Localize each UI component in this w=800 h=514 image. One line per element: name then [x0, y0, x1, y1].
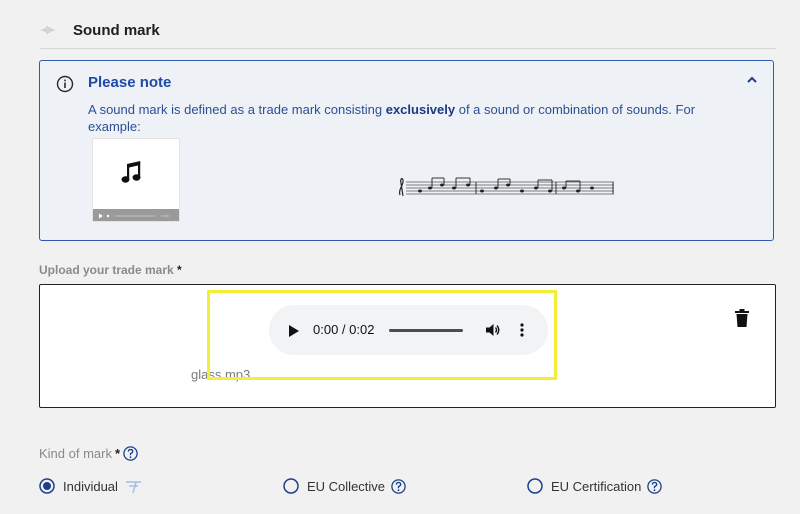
- required-asterisk: *: [177, 263, 182, 277]
- radio-option-eu-certification[interactable]: EU Certification: [527, 478, 663, 494]
- help-icon[interactable]: [391, 478, 406, 494]
- section-header: Sound mark: [40, 12, 776, 49]
- note-title: Please note: [88, 74, 172, 91]
- uploaded-filename: glass.mp3: [191, 367, 251, 382]
- help-icon[interactable]: [123, 446, 138, 461]
- delete-trash-icon[interactable]: [735, 309, 749, 327]
- info-icon: [56, 75, 74, 93]
- audio-progress-track[interactable]: [389, 329, 463, 332]
- radio-label-individual: Individual: [63, 478, 118, 494]
- section-title: Sound mark: [73, 21, 160, 39]
- radio-unselected-icon[interactable]: [527, 478, 543, 494]
- play-icon[interactable]: [289, 324, 299, 337]
- more-options-icon[interactable]: [519, 322, 525, 338]
- sheet-music-example: [396, 175, 616, 197]
- kind-of-mark-label: Kind of mark *: [39, 446, 138, 461]
- radio-unselected-icon[interactable]: [283, 478, 299, 494]
- radio-selected-icon[interactable]: [39, 478, 55, 494]
- note-text-start: A sound mark is defined as a trade mark …: [88, 102, 386, 117]
- radio-label-eu-collective: EU Collective: [307, 478, 386, 494]
- radio-option-eu-collective[interactable]: EU Collective: [283, 478, 406, 494]
- audio-time: 0:00 / 0:02: [313, 322, 375, 337]
- mini-audio-player[interactable]: [93, 209, 179, 221]
- upload-label-text: Upload your trade mark: [39, 263, 174, 277]
- audio-player[interactable]: 0:00 / 0:02: [269, 305, 548, 355]
- volume-icon[interactable]: [485, 322, 501, 338]
- please-note-panel: Please note A sound mark is defined as a…: [39, 60, 774, 241]
- music-note-icon: [121, 161, 143, 185]
- kind-of-mark-text: Kind of mark: [39, 446, 112, 461]
- upload-box: 0:00 / 0:02 glass.mp3: [39, 284, 776, 408]
- note-text-emphasis: exclusively: [385, 102, 456, 117]
- upload-label: Upload your trade mark *: [39, 263, 182, 277]
- sound-wave-icon: [40, 25, 56, 35]
- sound-example-thumbnail[interactable]: [92, 138, 180, 222]
- note-text: A sound mark is defined as a trade mark …: [88, 101, 718, 135]
- help-icon[interactable]: [647, 478, 663, 494]
- radio-option-individual[interactable]: Individual: [39, 478, 142, 494]
- collapse-chevron-icon[interactable]: [745, 73, 759, 87]
- required-asterisk: *: [114, 446, 121, 461]
- individual-mark-icon: [124, 478, 142, 494]
- radio-label-eu-certification: EU Certification: [551, 478, 642, 494]
